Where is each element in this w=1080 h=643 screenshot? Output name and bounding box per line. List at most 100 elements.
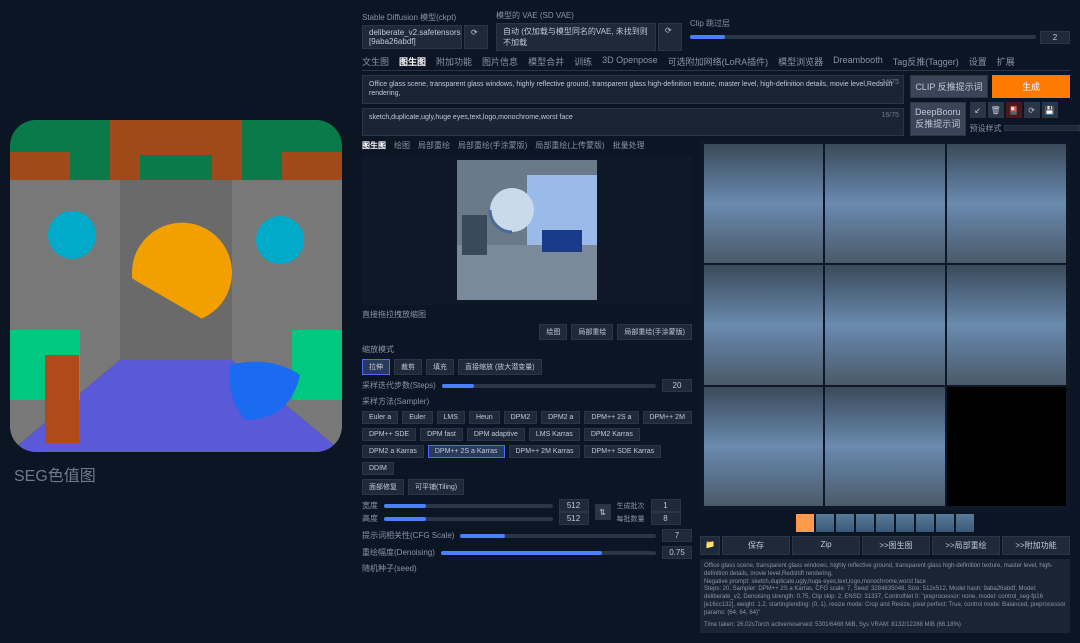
gallery-thumb-empty[interactable] — [947, 387, 1066, 506]
preset-select[interactable] — [1004, 125, 1080, 131]
sampler-ddim[interactable]: DDIM — [362, 462, 394, 475]
sampler-eulera[interactable]: Euler a — [362, 411, 398, 424]
tab-tagger[interactable]: Tag反推(Tagger) — [893, 55, 959, 68]
micro-thumb[interactable] — [836, 514, 854, 532]
sampler-lmskarras[interactable]: LMS Karras — [529, 428, 580, 441]
sampler-dpm2a[interactable]: DPM2 a — [541, 411, 580, 424]
tab-extras[interactable]: 附加功能 — [436, 55, 472, 68]
goto-inpaint-sketch-button[interactable]: 局部重绘(手涂蒙版) — [617, 324, 692, 340]
micro-thumb[interactable] — [856, 514, 874, 532]
sampler-dpm2[interactable]: DPM2 — [504, 411, 537, 424]
subtab-sketch[interactable]: 绘图 — [394, 140, 410, 151]
sampler-euler[interactable]: Euler — [402, 411, 432, 424]
tab-train[interactable]: 训练 — [574, 55, 592, 68]
height-value[interactable]: 512 — [559, 512, 589, 525]
open-folder-icon[interactable]: 📁 — [700, 536, 720, 555]
sampler-dpm2karras[interactable]: DPM2 Karras — [584, 428, 640, 441]
clear-icon[interactable]: 🗑 — [988, 102, 1004, 118]
sampler-dpmadaptive[interactable]: DPM adaptive — [467, 428, 525, 441]
face-restore-toggle[interactable]: 面部修复 — [362, 479, 404, 495]
micro-thumb[interactable] — [956, 514, 974, 532]
clip-interrogate-button[interactable]: CLIP 反推提示词 — [910, 75, 988, 98]
checkpoint-select[interactable]: deliberate_v2.safetensors [9aba26abdf] — [362, 25, 462, 49]
refresh-icon[interactable]: ⟳ — [1024, 102, 1040, 118]
micro-thumb[interactable] — [876, 514, 894, 532]
subtab-inpaint-upload[interactable]: 局部重绘(上传蒙版) — [535, 140, 604, 151]
send-extras-button[interactable]: >>附加功能 — [1002, 536, 1070, 555]
resize-crop[interactable]: 裁剪 — [394, 359, 422, 375]
width-value[interactable]: 512 — [559, 499, 589, 512]
gallery-thumb[interactable] — [704, 265, 823, 384]
clip-value[interactable]: 2 — [1040, 31, 1070, 44]
deepbooru-button[interactable]: DeepBooru 反推提示词 — [910, 102, 966, 136]
sampler-dpmpp2sakarras[interactable]: DPM++ 2S a Karras — [428, 445, 505, 458]
sampler-dpmppsde[interactable]: DPM++ SDE — [362, 428, 416, 441]
gallery-thumb[interactable] — [947, 265, 1066, 384]
tab-lora[interactable]: 可选附加网络(LoRA插件) — [668, 55, 769, 68]
positive-prompt[interactable]: Office glass scene, transparent glass wi… — [362, 75, 904, 104]
steps-value[interactable]: 20 — [662, 379, 692, 392]
tab-3dopenpose[interactable]: 3D Openpose — [602, 55, 658, 68]
gallery-thumb[interactable] — [825, 144, 944, 263]
gallery-thumb[interactable] — [704, 144, 823, 263]
sampler-dpmpp2sa[interactable]: DPM++ 2S a — [584, 411, 638, 424]
tab-extensions[interactable]: 扩展 — [997, 55, 1015, 68]
output-gallery[interactable] — [700, 140, 1070, 510]
steps-slider[interactable] — [442, 384, 656, 388]
resize-stretch[interactable]: 拉伸 — [362, 359, 390, 375]
gallery-thumb[interactable] — [704, 387, 823, 506]
checkpoint-refresh[interactable]: ⟳ — [464, 25, 488, 49]
tiling-toggle[interactable]: 可平铺(Tiling) — [408, 479, 464, 495]
cfg-slider[interactable] — [460, 534, 656, 538]
denoise-value[interactable]: 0.75 — [662, 546, 692, 559]
subtab-img2img[interactable]: 图生图 — [362, 140, 386, 151]
clip-slider[interactable] — [690, 35, 1036, 39]
save-button[interactable]: 保存 — [722, 536, 790, 555]
tab-txt2img[interactable]: 文生图 — [362, 55, 389, 68]
sampler-heun[interactable]: Heun — [469, 411, 500, 424]
micro-thumb[interactable] — [936, 514, 954, 532]
resize-latent[interactable]: 直接缩放 (放大潜变量) — [458, 359, 542, 375]
micro-thumb[interactable] — [916, 514, 934, 532]
save-style-icon[interactable]: 💾 — [1042, 102, 1058, 118]
tab-dreambooth[interactable]: Dreambooth — [833, 55, 883, 68]
width-slider[interactable] — [384, 504, 553, 508]
resize-fill[interactable]: 填充 — [426, 359, 454, 375]
cfg-value[interactable]: 7 — [662, 529, 692, 542]
send-inpaint-button[interactable]: >>局部重绘 — [932, 536, 1000, 555]
subtab-inpaint-sketch[interactable]: 局部重绘(手涂蒙版) — [458, 140, 527, 151]
send-img2img-button[interactable]: >>图生图 — [862, 536, 930, 555]
subtab-batch[interactable]: 批量处理 — [613, 140, 645, 151]
sampler-dpmpp2mkarras[interactable]: DPM++ 2M Karras — [509, 445, 581, 458]
vae-select[interactable]: 自动 (仅加载与模型同名的VAE, 未找到则不加载 — [496, 23, 656, 51]
gallery-thumb[interactable] — [947, 144, 1066, 263]
tab-pnginfo[interactable]: 图片信息 — [482, 55, 518, 68]
goto-sketch-button[interactable]: 绘图 — [539, 324, 567, 340]
sampler-lms[interactable]: LMS — [437, 411, 465, 424]
generate-button[interactable]: 生成 — [992, 75, 1070, 98]
gallery-thumb[interactable] — [825, 387, 944, 506]
sampler-dpmpp2m[interactable]: DPM++ 2M — [643, 411, 692, 424]
source-image-preview[interactable] — [362, 155, 692, 305]
sampler-dpmppsdekarras[interactable]: DPM++ SDE Karras — [584, 445, 661, 458]
extra-networks-icon[interactable]: 🎴 — [1006, 102, 1022, 118]
micro-thumb[interactable] — [896, 514, 914, 532]
tab-modelbrowser[interactable]: 模型浏览器 — [778, 55, 823, 68]
goto-inpaint-button[interactable]: 局部重绘 — [571, 324, 613, 340]
sampler-dpmfast[interactable]: DPM fast — [420, 428, 463, 441]
subtab-inpaint[interactable]: 局部重绘 — [418, 140, 450, 151]
micro-thumb[interactable] — [816, 514, 834, 532]
tab-merge[interactable]: 模型合并 — [528, 55, 564, 68]
negative-prompt[interactable]: sketch,duplicate,ugly,huge eyes,text,log… — [362, 108, 904, 137]
vae-refresh[interactable]: ⟳ — [658, 23, 682, 51]
batch-count-value[interactable]: 1 — [651, 499, 681, 512]
batch-size-value[interactable]: 8 — [651, 512, 681, 525]
height-slider[interactable] — [384, 517, 553, 521]
tab-settings[interactable]: 设置 — [969, 55, 987, 68]
sampler-dpm2akarras[interactable]: DPM2 a Karras — [362, 445, 424, 458]
zip-button[interactable]: Zip — [792, 536, 860, 555]
tab-img2img[interactable]: 图生图 — [399, 55, 426, 68]
swap-dims-icon[interactable]: ⇅ — [595, 504, 611, 520]
paste-icon[interactable]: ↙ — [970, 102, 986, 118]
micro-thumb-grid[interactable] — [796, 514, 814, 532]
